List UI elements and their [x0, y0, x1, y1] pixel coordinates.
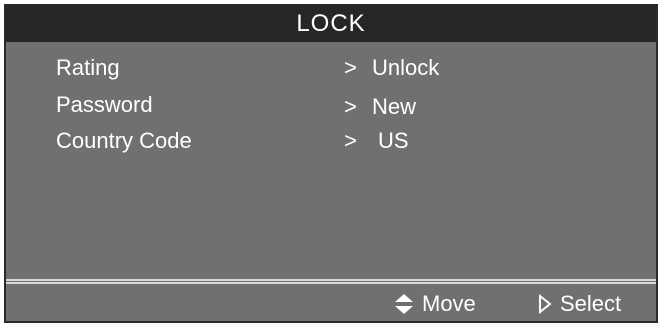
lock-menu-panel: LOCK Rating > Unlock Password > New Coun…: [4, 4, 658, 323]
menu-item-value: US: [378, 128, 409, 153]
menu-item-value: New: [372, 94, 417, 119]
menu-item-country-code[interactable]: Country Code > US: [6, 123, 656, 159]
play-right-icon: [539, 294, 552, 314]
submenu-arrow: >: [344, 55, 357, 80]
select-hint: Select: [538, 287, 621, 321]
move-hint-label: Move: [422, 291, 476, 316]
submenu-arrow: >: [344, 94, 357, 119]
move-hint: Move: [394, 287, 476, 321]
menu-item-label: Rating: [56, 55, 120, 80]
menu-item-label: Password: [56, 92, 153, 117]
menu-item-password[interactable]: Password > New: [6, 87, 656, 123]
menu-item-label: Country Code: [56, 128, 192, 153]
submenu-arrow: >: [344, 128, 357, 153]
select-hint-label: Select: [560, 291, 622, 316]
menu-title: LOCK: [296, 10, 366, 37]
menu-title-bar: LOCK: [6, 6, 656, 42]
footer-hints: Move Select: [6, 287, 656, 321]
footer-divider: [6, 279, 656, 284]
up-down-arrows-icon: [395, 294, 413, 314]
menu-item-value: Unlock: [372, 55, 440, 80]
menu-item-rating[interactable]: Rating > Unlock: [6, 50, 656, 86]
